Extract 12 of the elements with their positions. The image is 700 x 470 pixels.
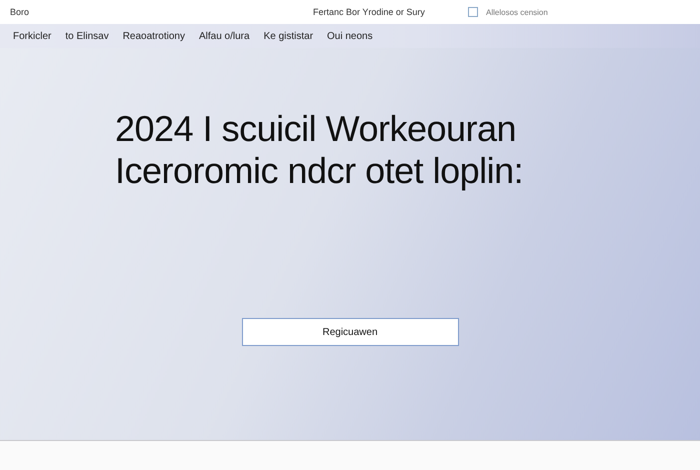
checkbox-label: Allelosos cension (486, 8, 548, 16)
brand-name: Boro (10, 7, 30, 17)
nav-link[interactable]: Ke gististar (264, 30, 314, 42)
hero-heading: 2024 I scuicil Workeouran Iceroromic ndcr otet loplin: (115, 108, 524, 192)
register-button[interactable]: Regicuawen (242, 318, 458, 346)
nav-link[interactable]: Alfau o/lura (198, 30, 250, 42)
nav-link[interactable]: to Elinsav (65, 30, 109, 42)
page-title: Fertanc Bor Yrodine or Sury (312, 7, 426, 17)
checkbox[interactable] (468, 7, 478, 17)
nav-link[interactable]: Oui neons (327, 30, 373, 42)
nav-link[interactable]: Forkicler (13, 30, 52, 42)
nav-link[interactable]: Reaoatrotiony (122, 30, 185, 42)
